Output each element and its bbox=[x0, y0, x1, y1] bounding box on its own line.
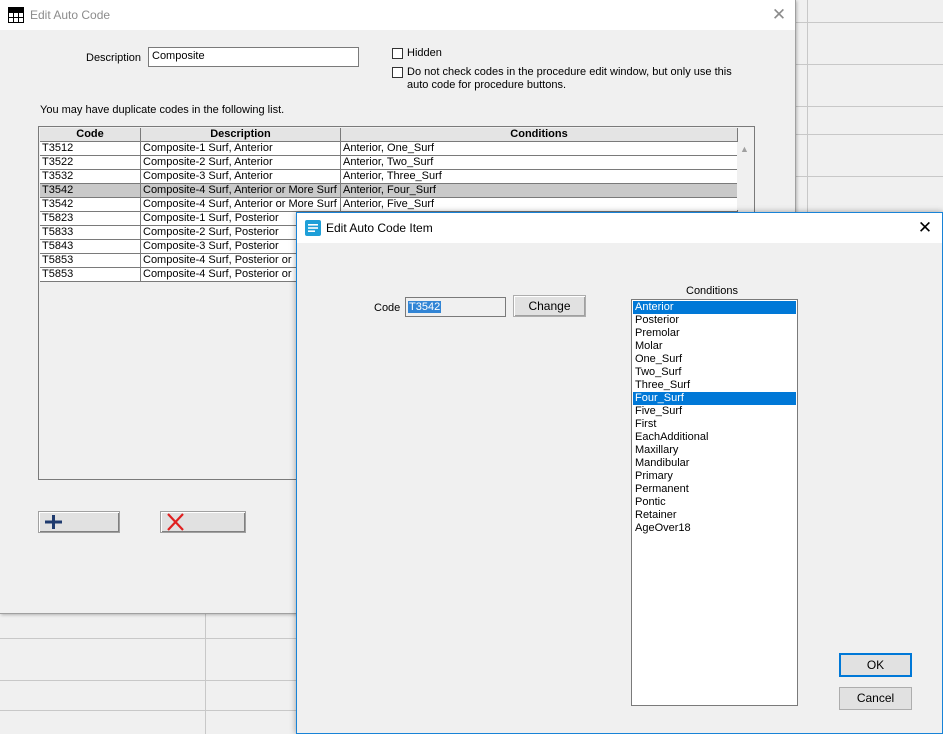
condition-item[interactable]: Anterior bbox=[633, 301, 796, 314]
cell-code: T3542 bbox=[40, 184, 141, 198]
cell-description: Composite-1 Surf, Anterior bbox=[141, 142, 341, 156]
grid-scrollbar[interactable]: ▲ bbox=[737, 142, 753, 210]
table-row[interactable]: T3512 Composite-1 Surf, Anterior Anterior,… bbox=[40, 142, 738, 156]
donotcheck-label-line2: auto code for procedure buttons. bbox=[407, 79, 566, 91]
condition-item[interactable]: AgeOver18 bbox=[633, 522, 796, 535]
cancel-button[interactable]: Cancel bbox=[839, 687, 912, 710]
cell-description: Composite-2 Surf, Anterior bbox=[141, 156, 341, 170]
cell-code: T5843 bbox=[40, 240, 141, 254]
grid-app-icon bbox=[8, 7, 24, 23]
condition-item[interactable]: Three_Surf bbox=[633, 379, 796, 392]
column-header-conditions[interactable]: Conditions bbox=[341, 128, 738, 142]
condition-item[interactable]: Two_Surf bbox=[633, 366, 796, 379]
condition-item[interactable]: Retainer bbox=[633, 509, 796, 522]
condition-item[interactable]: Maxillary bbox=[633, 444, 796, 457]
app-icon bbox=[305, 220, 321, 236]
condition-item[interactable]: EachAdditional bbox=[633, 431, 796, 444]
cell-description: Composite-3 Surf, Anterior bbox=[141, 170, 341, 184]
cell-code: T3542 bbox=[40, 198, 141, 212]
plus-icon bbox=[45, 515, 62, 529]
code-value: T3542 bbox=[408, 301, 442, 313]
hidden-label: Hidden bbox=[407, 47, 442, 59]
conditions-listbox[interactable]: Anterior Posterior Premolar Molar One_Surf Tw… bbox=[631, 299, 798, 706]
delete-button[interactable] bbox=[160, 511, 246, 533]
table-row[interactable]: T3542 Composite-4 Surf, Anterior or More … bbox=[40, 184, 738, 198]
grid-header: Code Description Conditions bbox=[40, 128, 738, 142]
conditions-label: Conditions bbox=[686, 285, 738, 297]
condition-item[interactable]: Premolar bbox=[633, 327, 796, 340]
item-title-bar: Edit Auto Code Item ✕ bbox=[297, 213, 942, 243]
cell-conditions: Anterior, Two_Surf bbox=[341, 156, 738, 170]
description-label: Description bbox=[86, 52, 142, 64]
cell-code: T5853 bbox=[40, 254, 141, 268]
scroll-up-icon[interactable]: ▲ bbox=[740, 144, 749, 154]
condition-item[interactable]: Molar bbox=[633, 340, 796, 353]
condition-item[interactable]: One_Surf bbox=[633, 353, 796, 366]
add-button[interactable] bbox=[38, 511, 120, 533]
hidden-checkbox[interactable] bbox=[392, 48, 403, 59]
item-dialog-title: Edit Auto Code Item bbox=[326, 221, 433, 235]
table-row[interactable]: T3542 Composite-4 Surf, Anterior or More … bbox=[40, 198, 738, 212]
cell-code: T5823 bbox=[40, 212, 141, 226]
condition-item[interactable]: Permanent bbox=[633, 483, 796, 496]
condition-item[interactable]: Pontic bbox=[633, 496, 796, 509]
table-row[interactable]: T3532 Composite-3 Surf, Anterior Anterior,… bbox=[40, 170, 738, 184]
condition-item[interactable]: Five_Surf bbox=[633, 405, 796, 418]
cell-code: T5853 bbox=[40, 268, 141, 282]
cell-conditions: Anterior, One_Surf bbox=[341, 142, 738, 156]
code-field[interactable]: T3542 bbox=[405, 297, 506, 317]
code-label: Code bbox=[374, 302, 401, 314]
condition-item[interactable]: Four_Surf bbox=[633, 392, 796, 405]
donotcheck-checkbox[interactable] bbox=[392, 67, 403, 78]
cell-conditions: Anterior, Three_Surf bbox=[341, 170, 738, 184]
condition-item[interactable]: Mandibular bbox=[633, 457, 796, 470]
dialog-title: Edit Auto Code bbox=[30, 8, 111, 22]
column-header-description[interactable]: Description bbox=[141, 128, 341, 142]
column-header-code[interactable]: Code bbox=[40, 128, 141, 142]
close-button[interactable]: ✕ bbox=[766, 3, 792, 27]
red-x-icon bbox=[167, 513, 184, 531]
title-bar: Edit Auto Code ✕ bbox=[0, 0, 795, 30]
change-button[interactable]: Change bbox=[513, 295, 586, 317]
donotcheck-label-line1: Do not check codes in the procedure edit… bbox=[407, 66, 732, 78]
item-close-button[interactable]: ✕ bbox=[912, 216, 938, 240]
table-row[interactable]: T3522 Composite-2 Surf, Anterior Anterior,… bbox=[40, 156, 738, 170]
condition-item[interactable]: Posterior bbox=[633, 314, 796, 327]
condition-item[interactable]: First bbox=[633, 418, 796, 431]
edit-auto-code-item-dialog: Edit Auto Code Item ✕ Code T3542 Change … bbox=[296, 212, 943, 734]
cell-code: T3512 bbox=[40, 142, 141, 156]
ok-button[interactable]: OK bbox=[839, 653, 912, 677]
description-input[interactable]: Composite bbox=[148, 47, 359, 67]
duplicate-note: You may have duplicate codes in the foll… bbox=[40, 104, 285, 116]
condition-item[interactable]: Primary bbox=[633, 470, 796, 483]
cell-conditions: Anterior, Four_Surf bbox=[341, 184, 738, 198]
cell-code: T5833 bbox=[40, 226, 141, 240]
cell-description: Composite-4 Surf, Anterior or More Surf bbox=[141, 198, 341, 212]
cell-code: T3532 bbox=[40, 170, 141, 184]
cell-conditions: Anterior, Five_Surf bbox=[341, 198, 738, 212]
cell-description: Composite-4 Surf, Anterior or More Surf bbox=[141, 184, 341, 198]
cell-code: T3522 bbox=[40, 156, 141, 170]
